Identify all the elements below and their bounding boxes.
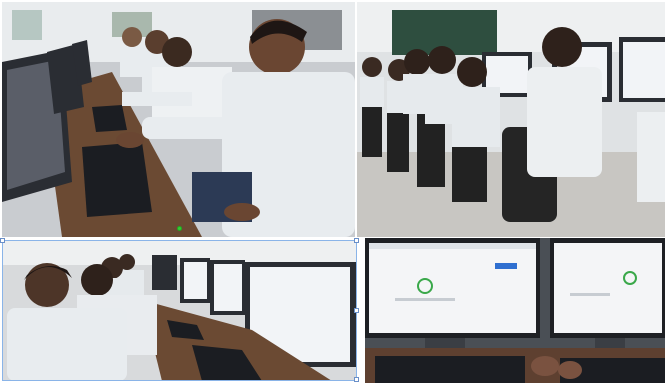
photo-students-back: [357, 2, 665, 237]
photo-monitors-closeup: [365, 238, 665, 383]
photo-2-drawing: [357, 2, 665, 237]
resize-handle-bottom-right[interactable]: [354, 377, 359, 382]
resize-handle-right-middle[interactable]: [354, 308, 359, 313]
photo-students-row-left: [2, 2, 355, 237]
resize-handle-top-right[interactable]: [354, 238, 359, 243]
resize-handle-top-left[interactable]: [0, 238, 5, 243]
rotate-handle[interactable]: [177, 226, 182, 231]
photo-students-row-close: [2, 240, 357, 381]
photo-4-drawing: [365, 238, 665, 383]
photo-1-drawing: [2, 2, 355, 237]
photo-3-drawing: [2, 240, 357, 381]
